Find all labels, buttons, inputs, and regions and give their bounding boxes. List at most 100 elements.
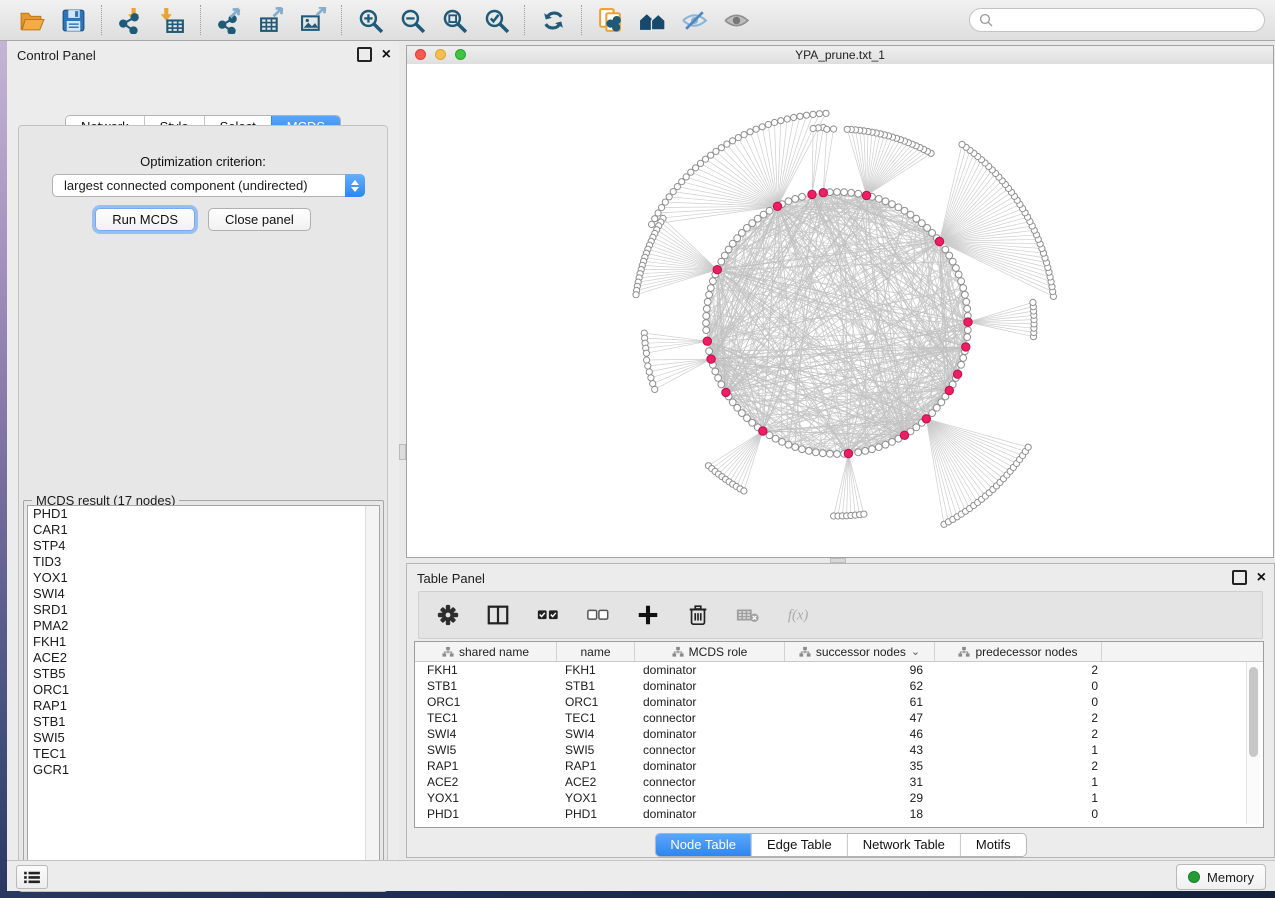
table-row[interactable]: ORC1ORC1dominator610 <box>415 694 1263 710</box>
table-cell: 46 <box>785 726 935 742</box>
add-column-button[interactable] <box>633 600 663 630</box>
mcds-result-node[interactable]: PHD1 <box>28 506 379 522</box>
refresh-button[interactable] <box>532 3 574 37</box>
mcds-result-node[interactable]: STB1 <box>28 714 379 730</box>
mcds-result-scrollbar[interactable] <box>365 506 379 863</box>
tab-edge-table[interactable]: Edge Table <box>751 834 847 856</box>
close-panel-icon[interactable]: × <box>382 49 391 60</box>
export-table-button[interactable] <box>250 3 292 37</box>
mcds-result-node[interactable]: RAP1 <box>28 698 379 714</box>
table-cell: 35 <box>785 758 935 774</box>
table-cell: 29 <box>785 790 935 806</box>
select-all-button[interactable] <box>533 600 563 630</box>
panel-splitter-vertical[interactable] <box>399 41 406 860</box>
split-view-button[interactable] <box>483 600 513 630</box>
table-row[interactable]: RAP1RAP1dominator352 <box>415 758 1263 774</box>
window-minimize-icon[interactable] <box>435 49 446 60</box>
function-builder-button: f(x) <box>783 600 813 630</box>
table-scrollbar[interactable] <box>1246 662 1260 824</box>
float-panel-icon[interactable] <box>1232 570 1247 585</box>
clone-network-button[interactable] <box>589 3 631 37</box>
table-cell-empty <box>1102 758 1263 774</box>
zoom-fit-button[interactable] <box>433 3 475 37</box>
show-graphics-details-button[interactable] <box>631 3 673 37</box>
import-table-button[interactable] <box>151 3 193 37</box>
search-input[interactable] <box>999 12 1255 28</box>
import-network-button[interactable] <box>109 3 151 37</box>
mcds-result-node[interactable]: SWI4 <box>28 586 379 602</box>
zoom-selected-button[interactable] <box>475 3 517 37</box>
mcds-result-node[interactable]: STP4 <box>28 538 379 554</box>
column-header-successor-nodes[interactable]: successor nodes⌄ <box>785 642 935 661</box>
mcds-result-node[interactable]: TID3 <box>28 554 379 570</box>
status-menu-button[interactable] <box>16 865 48 889</box>
export-network-button[interactable] <box>208 3 250 37</box>
show-details-button[interactable] <box>715 3 757 37</box>
table-delete-icon <box>736 603 760 627</box>
table-cell: SWI5 <box>415 742 557 758</box>
table-cell: connector <box>635 742 785 758</box>
mcds-result-node[interactable]: ACE2 <box>28 650 379 666</box>
deselect-all-button[interactable] <box>583 600 613 630</box>
table-row[interactable]: ACE2ACE2connector311 <box>415 774 1263 790</box>
tab-motifs[interactable]: Motifs <box>960 834 1026 856</box>
tab-network-table[interactable]: Network Table <box>847 834 960 856</box>
table-row[interactable]: SWI5SWI5connector431 <box>415 742 1263 758</box>
table-row[interactable]: FKH1FKH1dominator962 <box>415 662 1263 678</box>
delete-column-button[interactable] <box>683 600 713 630</box>
hide-details-button[interactable] <box>673 3 715 37</box>
table-row[interactable]: TEC1TEC1connector472 <box>415 710 1263 726</box>
mcds-result-node[interactable]: STB5 <box>28 666 379 682</box>
zoom-in-button[interactable] <box>349 3 391 37</box>
search-icon <box>979 13 993 27</box>
mcds-result-node[interactable]: GCR1 <box>28 762 379 778</box>
export-image-icon <box>300 7 327 34</box>
export-image-button[interactable] <box>292 3 334 37</box>
mcds-result-node[interactable]: SWI5 <box>28 730 379 746</box>
columns-icon <box>486 603 510 627</box>
select-all-icon <box>536 603 560 627</box>
tab-node-table[interactable]: Node Table <box>655 834 751 856</box>
table-scrollbar-thumb[interactable] <box>1249 667 1258 757</box>
splitter-handle-icon[interactable] <box>399 444 406 460</box>
close-panel-icon[interactable]: × <box>1257 572 1266 583</box>
optimization-criterion-select[interactable]: largest connected component (undirected) <box>52 174 365 197</box>
close-panel-button[interactable]: Close panel <box>208 208 311 231</box>
table-cell: 31 <box>785 774 935 790</box>
table-cell: SWI4 <box>415 726 557 742</box>
table-row[interactable]: STB1STB1dominator620 <box>415 678 1263 694</box>
run-mcds-button[interactable]: Run MCDS <box>95 208 195 231</box>
table-cell: dominator <box>635 806 785 822</box>
table-settings-button[interactable] <box>433 600 463 630</box>
window-maximize-icon[interactable] <box>455 49 466 60</box>
table-row[interactable]: SWI4SWI4dominator462 <box>415 726 1263 742</box>
mcds-result-list[interactable]: PHD1CAR1STP4TID3YOX1SWI4SRD1PMA2FKH1ACE2… <box>27 505 380 864</box>
column-header-name[interactable]: name <box>557 642 635 661</box>
mcds-result-node[interactable]: CAR1 <box>28 522 379 538</box>
float-panel-icon[interactable] <box>357 47 372 62</box>
column-header-MCDS-role[interactable]: MCDS role <box>635 642 785 661</box>
window-close-icon[interactable] <box>415 49 426 60</box>
mcds-result-node[interactable]: FKH1 <box>28 634 379 650</box>
mcds-result-node[interactable]: ORC1 <box>28 682 379 698</box>
mcds-result-node[interactable]: SRD1 <box>28 602 379 618</box>
mcds-result-node[interactable]: YOX1 <box>28 570 379 586</box>
table-cell: dominator <box>635 726 785 742</box>
column-header-shared-name[interactable]: shared name <box>415 642 557 661</box>
network-graph[interactable] <box>407 64 1273 557</box>
table-row[interactable]: YOX1YOX1connector291 <box>415 790 1263 806</box>
memory-button[interactable]: Memory <box>1176 864 1266 890</box>
save-session-button[interactable] <box>52 3 94 37</box>
table-cell: RAP1 <box>557 758 635 774</box>
zoom-out-button[interactable] <box>391 3 433 37</box>
refresh-icon <box>540 7 567 34</box>
table-row[interactable]: PHD1PHD1dominator180 <box>415 806 1263 822</box>
table-cell: 0 <box>935 694 1102 710</box>
mcds-result-node[interactable]: TEC1 <box>28 746 379 762</box>
search-box[interactable] <box>969 8 1265 32</box>
mcds-result-node[interactable]: PMA2 <box>28 618 379 634</box>
memory-status-icon <box>1188 871 1200 883</box>
column-header-predecessor-nodes[interactable]: predecessor nodes <box>935 642 1102 661</box>
open-button[interactable] <box>10 3 52 37</box>
toolbar-separator <box>524 5 525 35</box>
